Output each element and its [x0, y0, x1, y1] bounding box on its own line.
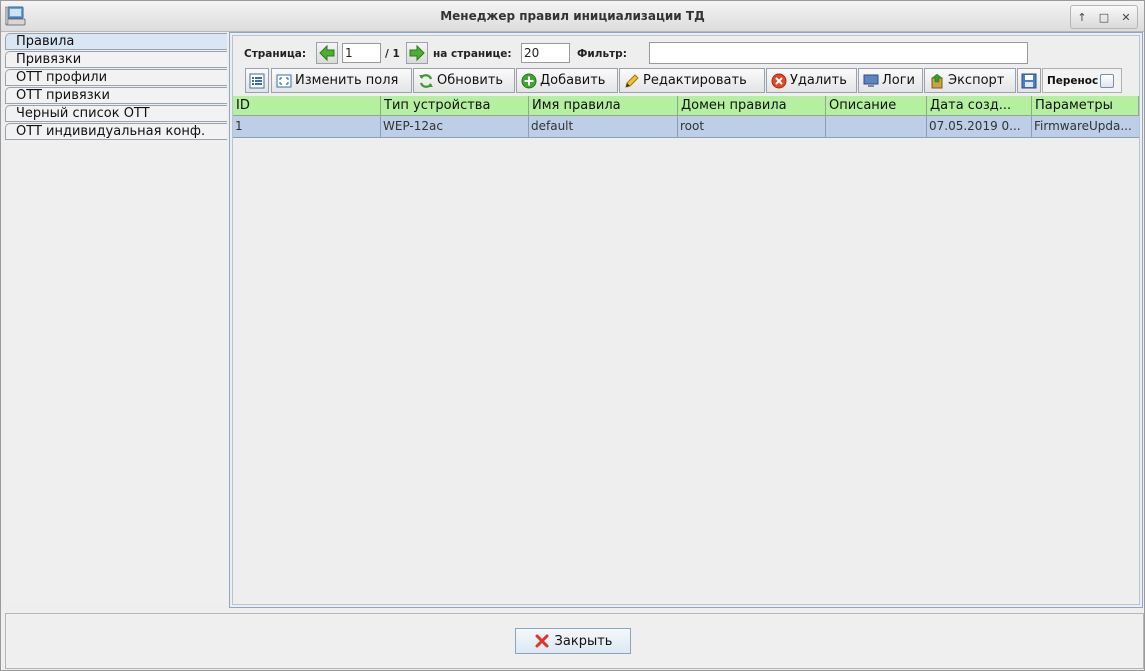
column-header-rule-domain[interactable]: Домен правила: [678, 96, 826, 116]
save-icon: [1021, 73, 1037, 88]
table-row[interactable]: 1 WEP-12ac default root 07.05.2019 0... …: [233, 116, 1139, 138]
columns-view-button[interactable]: [245, 68, 269, 93]
page-input[interactable]: [342, 43, 381, 63]
next-page-button[interactable]: [406, 42, 428, 64]
page-total: / 1: [385, 48, 400, 60]
column-header-device-type[interactable]: Тип устройства: [381, 96, 529, 116]
sidebar-item-ott-individual-config[interactable]: OTT индивидуальная конф.: [5, 123, 227, 140]
window-title: Менеджер правил инициализации ТД: [440, 9, 705, 23]
window-up-button[interactable]: ↑: [1073, 8, 1091, 26]
wrap-checkbox[interactable]: [1100, 74, 1114, 88]
fields-icon: [276, 74, 292, 87]
table-header: ID Тип устройства Имя правила Домен прав…: [233, 96, 1139, 116]
delete-label: Удалить: [790, 73, 847, 88]
prev-page-button[interactable]: [316, 42, 338, 64]
list-view-icon: [249, 73, 265, 88]
per-page-label: на странице:: [433, 48, 512, 60]
arrow-right-icon: [409, 44, 425, 62]
column-header-description[interactable]: Описание: [826, 96, 927, 116]
cell-description: [826, 116, 927, 137]
change-fields-label: Изменить поля: [295, 73, 399, 88]
rules-panel-inner: Страница: / 1 на странице: Фильтр:: [232, 35, 1140, 605]
app-window: Менеджер правил инициализации ТД ↑ □ ✕ П…: [0, 0, 1145, 671]
monitor-icon: [863, 74, 879, 87]
wrap-label: Перенос: [1047, 75, 1099, 87]
edit-button[interactable]: Редактировать: [619, 68, 765, 93]
close-button[interactable]: Закрыть: [515, 628, 631, 654]
arrow-left-icon: [319, 44, 335, 62]
filter-label: Фильтр:: [577, 48, 627, 60]
save-button[interactable]: [1017, 68, 1041, 93]
cell-device-type: WEP-12ac: [381, 116, 529, 137]
export-button[interactable]: Экспорт: [924, 68, 1016, 93]
sidebar-item-rules[interactable]: Правила: [5, 33, 227, 50]
export-icon: [931, 73, 943, 88]
sidebar: Правила Привязки OTT профили OTT привязк…: [5, 33, 228, 605]
close-label: Закрыть: [554, 633, 613, 649]
sidebar-item-ott-profiles[interactable]: OTT профили: [5, 69, 227, 86]
sidebar-item-ott-blacklist[interactable]: Черный список OTT: [5, 105, 227, 122]
column-header-id[interactable]: ID: [233, 96, 381, 116]
column-header-parameters[interactable]: Параметры: [1032, 96, 1139, 116]
export-label: Экспорт: [948, 73, 1005, 88]
pencil-icon: [625, 73, 639, 88]
edit-label: Редактировать: [643, 73, 747, 88]
toolbar: Изменить поля Обновить Добавить Редактир…: [245, 68, 1123, 93]
refresh-label: Обновить: [437, 73, 504, 88]
delete-icon: [771, 73, 787, 88]
change-fields-button[interactable]: Изменить поля: [271, 68, 412, 93]
logs-label: Логи: [882, 73, 916, 88]
cell-rule-domain: root: [678, 116, 826, 137]
filter-input[interactable]: [649, 42, 1028, 64]
window-controls: ↑ □ ✕: [1070, 5, 1138, 29]
column-header-created-date[interactable]: Дата созд...: [927, 96, 1032, 116]
cell-id: 1: [233, 116, 381, 137]
cell-parameters: FirmwareUpda...: [1034, 119, 1132, 133]
refresh-icon: [419, 73, 433, 88]
close-icon: [535, 634, 549, 648]
column-header-rule-name[interactable]: Имя правила: [529, 96, 678, 116]
delete-button[interactable]: Удалить: [766, 68, 857, 93]
per-page-input[interactable]: [521, 43, 570, 63]
refresh-button[interactable]: Обновить: [413, 68, 515, 93]
add-icon: [521, 73, 537, 88]
logs-button[interactable]: Логи: [858, 68, 923, 93]
wrap-toggle: Перенос: [1042, 68, 1122, 93]
sidebar-item-ott-bindings[interactable]: OTT привязки: [5, 87, 227, 104]
footer: Закрыть: [5, 613, 1144, 669]
window-close-button[interactable]: ✕: [1117, 8, 1135, 26]
window-maximize-button[interactable]: □: [1095, 8, 1113, 26]
page-label: Страница:: [244, 48, 307, 60]
rules-panel: Страница: / 1 на странице: Фильтр:: [229, 32, 1143, 608]
cell-created-date: 07.05.2019 0...: [927, 116, 1032, 137]
title-bar: Менеджер правил инициализации ТД ↑ □ ✕: [1, 1, 1144, 32]
sidebar-item-bindings[interactable]: Привязки: [5, 51, 227, 68]
add-button[interactable]: Добавить: [516, 68, 618, 93]
cell-rule-name: default: [529, 116, 678, 137]
add-label: Добавить: [540, 73, 606, 88]
